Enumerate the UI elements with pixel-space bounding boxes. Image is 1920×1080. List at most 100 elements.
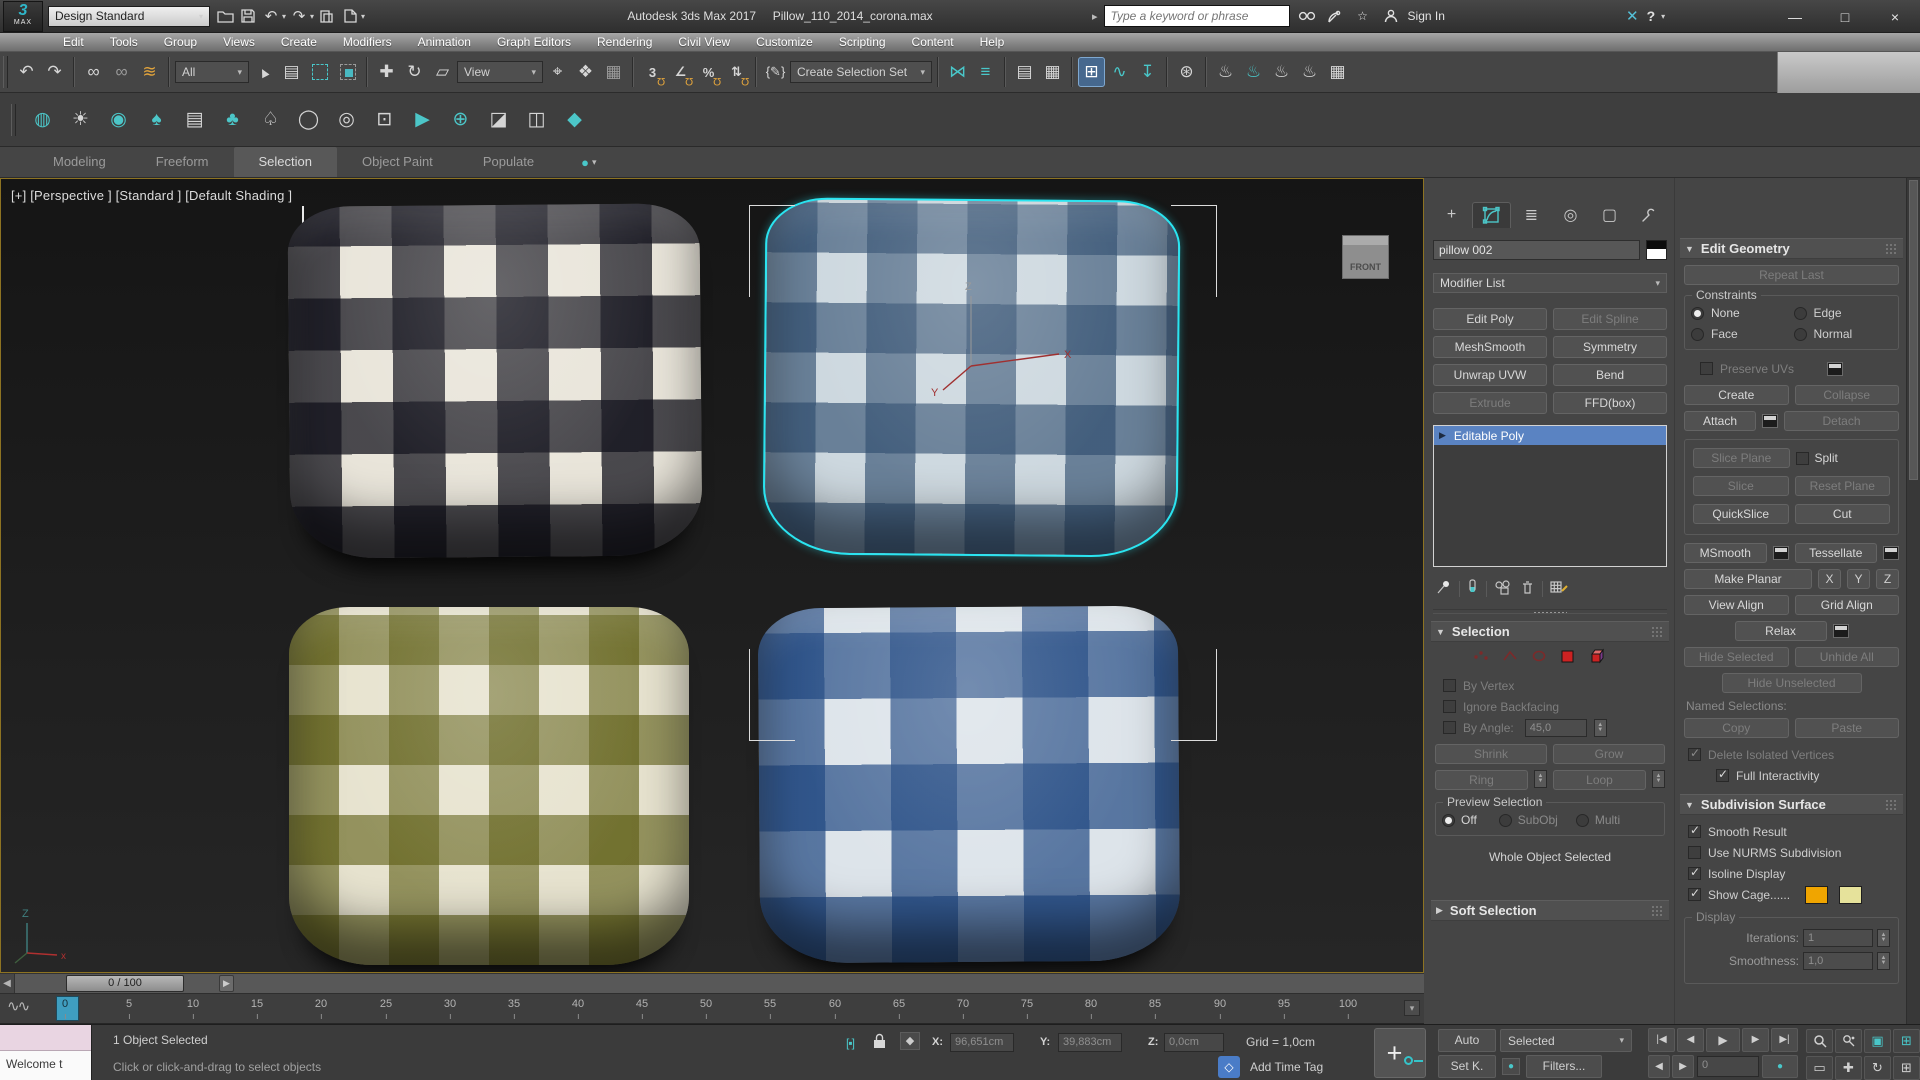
undo-icon[interactable]: ↶ xyxy=(261,5,281,27)
cage-color-swatch-2[interactable] xyxy=(1839,885,1863,904)
schematic-view-icon[interactable]: ↧ xyxy=(1134,57,1161,87)
corona-proxy-icon[interactable]: ♣ xyxy=(217,102,248,138)
menu-content[interactable]: Content xyxy=(899,33,967,51)
button-symmetry[interactable]: Symmetry xyxy=(1553,336,1667,358)
zoom-extents-icon[interactable]: ▣ xyxy=(1864,1029,1891,1053)
rollout-subdivision-surface[interactable]: ▼ Subdivision Surface xyxy=(1680,794,1903,815)
by-angle-field[interactable]: 45,0 xyxy=(1524,718,1587,737)
use-pivot-point-icon[interactable]: ⌖ xyxy=(544,57,571,87)
pillow-black-white[interactable] xyxy=(287,203,703,559)
project-folder-icon[interactable] xyxy=(317,5,337,27)
polygon-mode-icon[interactable] xyxy=(1560,649,1576,667)
configure-modifier-sets-icon[interactable] xyxy=(1550,579,1568,599)
mirror-icon[interactable]: ⋈ xyxy=(944,57,971,87)
menu-views[interactable]: Views xyxy=(210,33,268,51)
menu-customize[interactable]: Customize xyxy=(743,33,826,51)
planar-y-button[interactable]: Y xyxy=(1847,569,1870,589)
isolate-selection-icon[interactable]: [▪] xyxy=(838,1033,862,1053)
next-frame-button[interactable]: ▶ xyxy=(1742,1028,1769,1052)
previous-frame-button[interactable]: ◀ xyxy=(1677,1028,1704,1052)
quickslice-button[interactable]: QuickSlice xyxy=(1693,504,1789,524)
play-button[interactable]: ▶ xyxy=(1706,1028,1740,1052)
toolbar-grip[interactable] xyxy=(3,56,8,88)
tessellate-button[interactable]: Tessellate xyxy=(1794,543,1877,563)
tab-create[interactable]: + xyxy=(1433,202,1470,228)
rendered-frame-window-icon[interactable]: ♨ xyxy=(1240,57,1267,87)
help-icon[interactable]: ? xyxy=(1647,8,1656,24)
pan-icon[interactable]: ✚ xyxy=(1835,1056,1862,1080)
constraint-face-radio[interactable]: Face xyxy=(1691,327,1790,341)
mini-curve-editor-icon[interactable]: ∿∿ xyxy=(7,997,30,1015)
search-history-icon[interactable]: ▸ xyxy=(1092,10,1098,23)
set-key-mode-button[interactable]: Set K. xyxy=(1438,1055,1496,1078)
render-iterative-icon[interactable]: ♨ xyxy=(1296,57,1323,87)
isoline-display-checkbox[interactable]: Isoline Display xyxy=(1688,863,1901,884)
tab-freeform[interactable]: Freeform xyxy=(131,147,234,177)
tab-motion[interactable]: ◎ xyxy=(1552,202,1589,228)
button-edit-poly[interactable]: Edit Poly xyxy=(1433,308,1547,330)
corona-layers-icon[interactable]: ◎ xyxy=(331,102,362,138)
menu-animation[interactable]: Animation xyxy=(405,33,484,51)
button-ffd-box[interactable]: FFD(box) xyxy=(1553,392,1667,414)
slice-plane-button[interactable]: Slice Plane xyxy=(1693,448,1790,468)
render-setup-icon[interactable]: ♨ xyxy=(1212,57,1239,87)
collapse-button[interactable]: Collapse xyxy=(1794,385,1899,405)
bind-to-space-warp-icon[interactable]: ≋ xyxy=(136,57,163,87)
use-nurms-checkbox[interactable]: Use NURMS Subdivision xyxy=(1688,842,1901,863)
select-and-scale-icon[interactable]: ▱ xyxy=(429,57,456,87)
menu-rendering[interactable]: Rendering xyxy=(584,33,665,51)
rectangular-selection-region-icon[interactable] xyxy=(306,57,333,87)
favorites-star-icon[interactable]: ☆ xyxy=(1352,5,1374,27)
make-unique-icon[interactable] xyxy=(1494,579,1513,599)
unlink-selection-icon[interactable]: ∞ xyxy=(108,57,135,87)
full-interactivity-checkbox[interactable]: Full Interactivity xyxy=(1716,765,1901,786)
undo-dropdown-icon[interactable]: ▾ xyxy=(282,12,286,21)
key-mode-toggle-button[interactable]: ● xyxy=(1762,1055,1798,1078)
ring-spinner[interactable]: ▲ ▼ xyxy=(1534,770,1547,788)
button-extrude[interactable]: Extrude xyxy=(1433,392,1547,414)
planar-x-button[interactable]: X xyxy=(1818,569,1841,589)
show-cage-checkbox[interactable]: Show Cage...... xyxy=(1688,884,1901,905)
planar-z-button[interactable]: Z xyxy=(1876,569,1899,589)
open-file-icon[interactable] xyxy=(215,5,235,27)
select-and-rotate-icon[interactable]: ↻ xyxy=(401,57,428,87)
relax-settings-icon[interactable] xyxy=(1832,624,1849,638)
corona-material-icon[interactable]: ◫ xyxy=(521,102,552,138)
time-forward-button[interactable]: ▶ xyxy=(219,975,234,992)
corona-logo-icon[interactable]: ◯ xyxy=(293,102,324,138)
slice-button[interactable]: Slice xyxy=(1693,476,1789,496)
curve-editor-icon[interactable]: ∿ xyxy=(1106,57,1133,87)
menu-civil-view[interactable]: Civil View xyxy=(665,33,743,51)
constraint-none-radio[interactable]: None xyxy=(1691,306,1790,320)
button-unwrap-uvw[interactable]: Unwrap UVW xyxy=(1433,364,1547,386)
element-mode-icon[interactable] xyxy=(1589,648,1607,667)
set-keys-button[interactable]: + xyxy=(1374,1028,1426,1078)
zoom-icon[interactable] xyxy=(1806,1029,1833,1053)
preview-off-radio[interactable] xyxy=(1442,813,1455,827)
toggle-layer-explorer-icon[interactable]: ▦ xyxy=(1039,57,1066,87)
3ds-max-logo-icon[interactable]: 3 MAX xyxy=(3,0,43,32)
listener-macro-line[interactable] xyxy=(0,1025,91,1051)
viewcube[interactable]: FRONT xyxy=(1342,235,1389,279)
menu-scripting[interactable]: Scripting xyxy=(826,33,899,51)
tab-populate[interactable]: Populate xyxy=(458,147,559,177)
material-editor-icon[interactable]: ⊛ xyxy=(1173,57,1200,87)
object-color-swatch[interactable] xyxy=(1646,240,1667,260)
by-angle-checkbox[interactable]: By Angle: 45,0 ▲ ▼ xyxy=(1443,717,1667,738)
selected-key-filter-dropdown[interactable]: Selected ▾ xyxy=(1500,1029,1632,1052)
tab-selection[interactable]: Selection xyxy=(233,147,337,177)
current-frame-field[interactable]: 0 xyxy=(1697,1056,1759,1077)
pin-stack-icon[interactable] xyxy=(1435,579,1452,599)
percent-snap-icon[interactable]: % Ω xyxy=(695,57,722,88)
grid-align-button[interactable]: Grid Align xyxy=(1794,595,1899,615)
select-and-link-icon[interactable]: ∞ xyxy=(80,57,107,87)
border-mode-icon[interactable] xyxy=(1531,649,1547,666)
edit-named-selection-sets-icon[interactable]: {✎} xyxy=(762,57,789,87)
toggle-scene-explorer-icon[interactable]: ▤ xyxy=(1011,57,1038,87)
corona-camera-add-icon[interactable]: ⊕ xyxy=(445,102,476,138)
go-to-start-button[interactable]: |◀ xyxy=(1648,1028,1675,1052)
transform-type-in-icon[interactable]: ◆ xyxy=(900,1032,920,1050)
menu-tools[interactable]: Tools xyxy=(97,33,151,51)
constraint-normal-radio[interactable]: Normal xyxy=(1793,327,1893,341)
smoothness-spinner[interactable]: ▲ ▼ xyxy=(1877,952,1890,970)
